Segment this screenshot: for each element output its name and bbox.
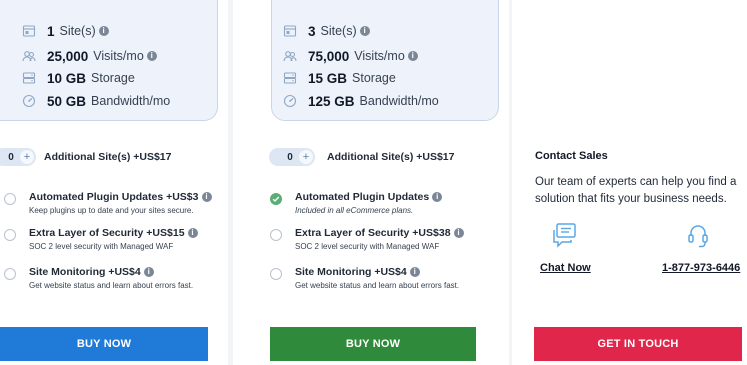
- stepper-count[interactable]: 0: [281, 152, 299, 163]
- spec-value: 1: [47, 23, 55, 39]
- info-icon[interactable]: i: [453, 228, 464, 238]
- spec-storage: 10 GB Storage: [0, 67, 217, 89]
- addon-plugin-updates[interactable]: Automated Plugin Updates i Included in al…: [270, 191, 443, 215]
- spec-bandwidth: 50 GB Bandwidth/mo: [0, 90, 217, 112]
- addon-description: Included in all eCommerce plans.: [295, 206, 414, 215]
- contact-sales-title: Contact Sales: [535, 150, 608, 162]
- addon-plugin-updates[interactable]: Automated Plugin Updates +US$3 i Keep plu…: [4, 191, 212, 215]
- spec-value: 3: [308, 23, 316, 39]
- sites-icon: [22, 24, 36, 38]
- bandwidth-icon: [22, 94, 36, 108]
- plan-card-1: 1 Site(s) i 25,000 Visits/mo i 10 GB Sto…: [0, 0, 228, 365]
- buy-now-button[interactable]: BUY NOW: [270, 327, 476, 361]
- addon-radio[interactable]: [4, 193, 16, 205]
- addon-radio[interactable]: [4, 268, 16, 280]
- spec-value: 25,000: [47, 48, 89, 64]
- buy-now-button[interactable]: BUY NOW: [0, 327, 208, 361]
- info-icon[interactable]: i: [98, 26, 109, 36]
- spec-label: Visits/mo: [354, 49, 405, 63]
- bandwidth-icon: [283, 94, 297, 108]
- info-icon[interactable]: i: [432, 192, 443, 202]
- check-icon[interactable]: [270, 193, 282, 205]
- addon-description: SOC 2 level security with Managed WAF: [295, 242, 440, 251]
- additional-sites-stepper[interactable]: 0 + Additional Site(s) +US$17: [269, 148, 455, 166]
- chat-icon[interactable]: [551, 222, 579, 253]
- spec-sites: 1 Site(s) i: [0, 20, 217, 42]
- addon-title: Site Monitoring +US$4: [295, 266, 407, 278]
- info-icon[interactable]: i: [143, 267, 154, 277]
- spec-value: 10 GB: [47, 70, 87, 86]
- spec-label: Visits/mo: [93, 49, 144, 63]
- spec-value: 75,000: [308, 48, 350, 64]
- info-icon[interactable]: i: [146, 51, 157, 61]
- addon-description: Get website status and learn about error…: [29, 281, 194, 290]
- spec-label: Bandwidth/mo: [359, 94, 439, 108]
- addon-extra-security[interactable]: Extra Layer of Security +US$15 i SOC 2 le…: [4, 227, 198, 251]
- addon-extra-security[interactable]: Extra Layer of Security +US$38 i SOC 2 le…: [270, 227, 464, 251]
- spec-value: 15 GB: [308, 70, 348, 86]
- spec-label: Site(s): [59, 24, 96, 38]
- stepper-count[interactable]: 0: [2, 152, 20, 163]
- spec-value: 125 GB: [308, 93, 355, 109]
- plan-card-2: 3 Site(s) i 75,000 Visits/mo i 15 GB Sto…: [233, 0, 509, 365]
- additional-sites-label: Additional Site(s) +US$17: [327, 151, 455, 163]
- info-icon[interactable]: i: [201, 192, 212, 202]
- storage-icon: [22, 71, 36, 85]
- plus-icon[interactable]: +: [20, 150, 34, 164]
- info-icon[interactable]: i: [409, 267, 420, 277]
- headset-icon[interactable]: [684, 222, 712, 253]
- spec-visits: 75,000 Visits/mo i: [272, 45, 498, 67]
- phone-link[interactable]: 1-877-973-6446: [662, 262, 740, 274]
- addon-radio[interactable]: [270, 229, 282, 241]
- visits-icon: [22, 49, 36, 63]
- spec-label: Site(s): [320, 24, 357, 38]
- addon-description: SOC 2 level security with Managed WAF: [29, 242, 174, 251]
- spec-visits: 25,000 Visits/mo i: [0, 45, 217, 67]
- addon-radio[interactable]: [270, 268, 282, 280]
- addon-radio[interactable]: [4, 229, 16, 241]
- spec-label: Storage: [352, 71, 396, 85]
- plan-specs-box: 3 Site(s) i 75,000 Visits/mo i 15 GB Sto…: [271, 0, 499, 121]
- spec-label: Bandwidth/mo: [91, 94, 171, 108]
- stepper-control[interactable]: 0 +: [0, 148, 36, 166]
- storage-icon: [283, 71, 297, 85]
- info-icon[interactable]: i: [359, 26, 370, 36]
- contact-sales-text: Our team of experts can help you find a …: [535, 176, 737, 205]
- plus-icon[interactable]: +: [299, 150, 313, 164]
- additional-sites-label: Additional Site(s) +US$17: [44, 151, 172, 163]
- info-icon[interactable]: i: [187, 228, 198, 238]
- spec-value: 50 GB: [47, 93, 87, 109]
- addon-title: Automated Plugin Updates +US$3: [29, 191, 199, 203]
- addon-title: Extra Layer of Security +US$38: [295, 227, 451, 239]
- addon-description: Get website status and learn about error…: [295, 281, 460, 290]
- additional-sites-stepper[interactable]: 0 + Additional Site(s) +US$17: [0, 148, 172, 166]
- sites-icon: [283, 24, 297, 38]
- spec-storage: 15 GB Storage: [272, 67, 498, 89]
- addon-site-monitoring[interactable]: Site Monitoring +US$4 i Get website statu…: [4, 266, 193, 290]
- spec-bandwidth: 125 GB Bandwidth/mo: [272, 90, 498, 112]
- spec-label: Storage: [91, 71, 135, 85]
- chat-now-link[interactable]: Chat Now: [540, 262, 591, 274]
- spec-sites: 3 Site(s) i: [272, 20, 498, 42]
- get-in-touch-button[interactable]: GET IN TOUCH: [534, 327, 742, 361]
- addon-site-monitoring[interactable]: Site Monitoring +US$4 i Get website statu…: [270, 266, 459, 290]
- stepper-control[interactable]: 0 +: [269, 148, 315, 166]
- info-icon[interactable]: i: [407, 51, 418, 61]
- addon-title: Extra Layer of Security +US$15: [29, 227, 185, 239]
- visits-icon: [283, 49, 297, 63]
- addon-title: Site Monitoring +US$4: [29, 266, 141, 278]
- addon-title: Automated Plugin Updates: [295, 191, 430, 203]
- addon-description: Keep plugins up to date and your sites s…: [29, 206, 194, 215]
- plan-specs-box: 1 Site(s) i 25,000 Visits/mo i 10 GB Sto…: [0, 0, 218, 121]
